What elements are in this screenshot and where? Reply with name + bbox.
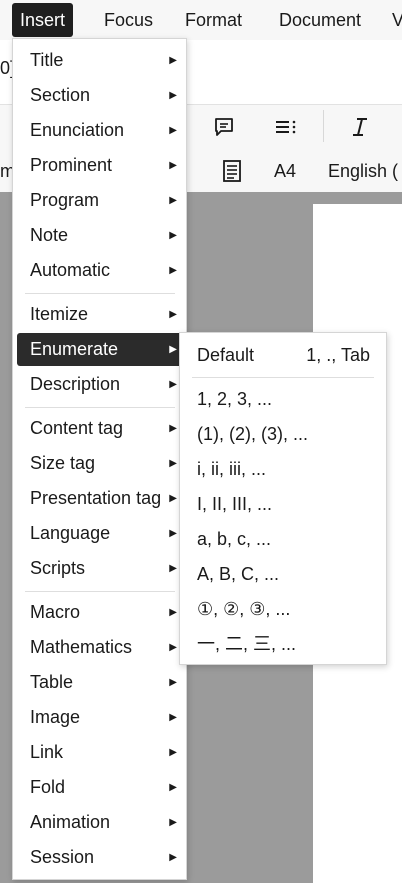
submenu-arrow-icon: ▶ xyxy=(169,712,177,723)
submenu-arrow-icon: ▶ xyxy=(169,493,177,504)
menu-bar: Insert Focus Format Document V xyxy=(0,0,402,40)
enumerate-circled[interactable]: ①, ②, ③, ... xyxy=(184,592,382,626)
menu-item-link[interactable]: Link ▶ xyxy=(17,736,183,769)
submenu-arrow-icon: ▶ xyxy=(169,230,177,241)
submenu-arrow-icon: ▶ xyxy=(169,309,177,320)
menu-focus[interactable]: Focus xyxy=(96,3,161,37)
menu-item-note[interactable]: Note ▶ xyxy=(17,219,183,252)
menu-item-label: Prominent xyxy=(30,155,113,175)
menu-item-label: Macro xyxy=(30,602,81,622)
menu-item-fold[interactable]: Fold ▶ xyxy=(17,771,183,804)
menu-item-program[interactable]: Program ▶ xyxy=(17,184,183,217)
submenu-arrow-icon: ▶ xyxy=(169,782,177,793)
enumerate-alpha-upper[interactable]: A, B, C, ... xyxy=(184,557,382,591)
enumerate-arabic[interactable]: 1, 2, 3, ... xyxy=(184,382,382,416)
menu-item-title[interactable]: Title ▶ xyxy=(17,44,183,77)
toolbar-separator xyxy=(323,110,324,142)
menu-item-label: Animation xyxy=(30,812,111,832)
menu-item-label: Enumerate xyxy=(30,339,119,359)
enumerate-default[interactable]: Default 1, ., Tab xyxy=(184,338,382,372)
menu-item-label: Section xyxy=(30,85,91,105)
menu-insert[interactable]: Insert xyxy=(12,3,74,37)
submenu-arrow-icon: ▶ xyxy=(169,563,177,574)
menu-item-label: Title xyxy=(30,50,64,70)
submenu-arrow-icon: ▶ xyxy=(169,747,177,758)
menu-item-language[interactable]: Language ▶ xyxy=(17,517,183,550)
menu-item-prominent[interactable]: Prominent ▶ xyxy=(17,149,183,182)
submenu-arrow-icon: ▶ xyxy=(169,423,177,434)
menu-item-description[interactable]: Description ▶ xyxy=(17,368,183,401)
menu-view[interactable]: V xyxy=(384,3,402,37)
submenu-arrow-icon: ▶ xyxy=(169,458,177,469)
submenu-arrow-icon: ▶ xyxy=(169,90,177,101)
menu-item-section[interactable]: Section ▶ xyxy=(17,79,183,112)
menu-item-image[interactable]: Image ▶ xyxy=(17,701,183,734)
menu-format[interactable]: Format xyxy=(177,3,250,37)
paper-size-button[interactable]: A4 xyxy=(274,159,296,183)
submenu-arrow-icon: ▶ xyxy=(169,344,177,355)
submenu-arrow-icon: ▶ xyxy=(169,677,177,688)
menu-separator xyxy=(25,591,175,592)
enumerate-alpha-lower[interactable]: a, b, c, ... xyxy=(184,522,382,556)
comment-icon[interactable] xyxy=(209,112,239,142)
enumerate-roman-upper[interactable]: I, II, III, ... xyxy=(184,487,382,521)
list-icon[interactable] xyxy=(271,112,301,142)
menu-item-label: Language xyxy=(30,523,111,543)
menu-item-enumerate[interactable]: Enumerate ▶ xyxy=(17,333,183,366)
menu-item-label: Image xyxy=(30,707,81,727)
menu-item-label: Note xyxy=(30,225,69,245)
menu-item-presentation-tag[interactable]: Presentation tag ▶ xyxy=(17,482,183,515)
menu-item-label: Scripts xyxy=(30,558,86,578)
menu-item-label: Presentation tag xyxy=(30,488,162,508)
menu-item-animation[interactable]: Animation ▶ xyxy=(17,806,183,839)
submenu-arrow-icon: ▶ xyxy=(169,195,177,206)
enumerate-submenu: Default 1, ., Tab 1, 2, 3, ... (1), (2),… xyxy=(179,332,387,665)
submenu-arrow-icon: ▶ xyxy=(169,55,177,66)
menu-item-content-tag[interactable]: Content tag ▶ xyxy=(17,412,183,445)
insert-menu: Title ▶ Section ▶ Enunciation ▶ Prominent ▶ … xyxy=(12,38,187,880)
menu-item-label: Fold xyxy=(30,777,66,797)
menu-item-mathematics[interactable]: Mathematics ▶ xyxy=(17,631,183,664)
submenu-arrow-icon: ▶ xyxy=(169,528,177,539)
menu-item-automatic[interactable]: Automatic ▶ xyxy=(17,254,183,287)
menu-item-scripts[interactable]: Scripts ▶ xyxy=(17,552,183,585)
enumerate-parenthesized[interactable]: (1), (2), (3), ... xyxy=(184,417,382,451)
menu-document[interactable]: Document xyxy=(271,3,369,37)
menu-item-label: Content tag xyxy=(30,418,124,438)
menu-item-label: Link xyxy=(30,742,64,762)
keyboard-shortcut: 1, ., Tab xyxy=(306,345,370,365)
submenu-arrow-icon: ▶ xyxy=(169,265,177,276)
language-button[interactable]: English ( xyxy=(328,159,398,183)
document-icon[interactable] xyxy=(217,156,247,186)
enumerate-roman-lower[interactable]: i, ii, iii, ... xyxy=(184,452,382,486)
menu-item-label: Session xyxy=(30,847,95,867)
submenu-arrow-icon: ▶ xyxy=(169,125,177,136)
menu-item-macro[interactable]: Macro ▶ xyxy=(17,596,183,629)
menu-item-label: Enunciation xyxy=(30,120,125,140)
menu-item-session[interactable]: Session ▶ xyxy=(17,841,183,874)
italic-icon[interactable] xyxy=(345,112,375,142)
enumerate-default-label: Default xyxy=(197,345,255,365)
menu-item-label: Mathematics xyxy=(30,637,133,657)
menu-item-label: Program xyxy=(30,190,100,210)
menu-item-table[interactable]: Table ▶ xyxy=(17,666,183,699)
menu-item-label: Automatic xyxy=(30,260,111,280)
menu-item-size-tag[interactable]: Size tag ▶ xyxy=(17,447,183,480)
menu-item-label: Description xyxy=(30,374,121,394)
menu-item-label: Size tag xyxy=(30,453,96,473)
submenu-arrow-icon: ▶ xyxy=(169,852,177,863)
menu-separator xyxy=(25,407,175,408)
submenu-arrow-icon: ▶ xyxy=(169,160,177,171)
submenu-arrow-icon: ▶ xyxy=(169,642,177,653)
menu-separator xyxy=(192,377,374,378)
enumerate-chinese[interactable]: 一, 二, 三, ... xyxy=(184,627,382,661)
submenu-arrow-icon: ▶ xyxy=(169,379,177,390)
menu-item-enunciation[interactable]: Enunciation ▶ xyxy=(17,114,183,147)
submenu-arrow-icon: ▶ xyxy=(169,817,177,828)
menu-item-label: Table xyxy=(30,672,74,692)
menu-item-label: Itemize xyxy=(30,304,89,324)
menu-item-itemize[interactable]: Itemize ▶ xyxy=(17,298,183,331)
menu-separator xyxy=(25,293,175,294)
submenu-arrow-icon: ▶ xyxy=(169,607,177,618)
